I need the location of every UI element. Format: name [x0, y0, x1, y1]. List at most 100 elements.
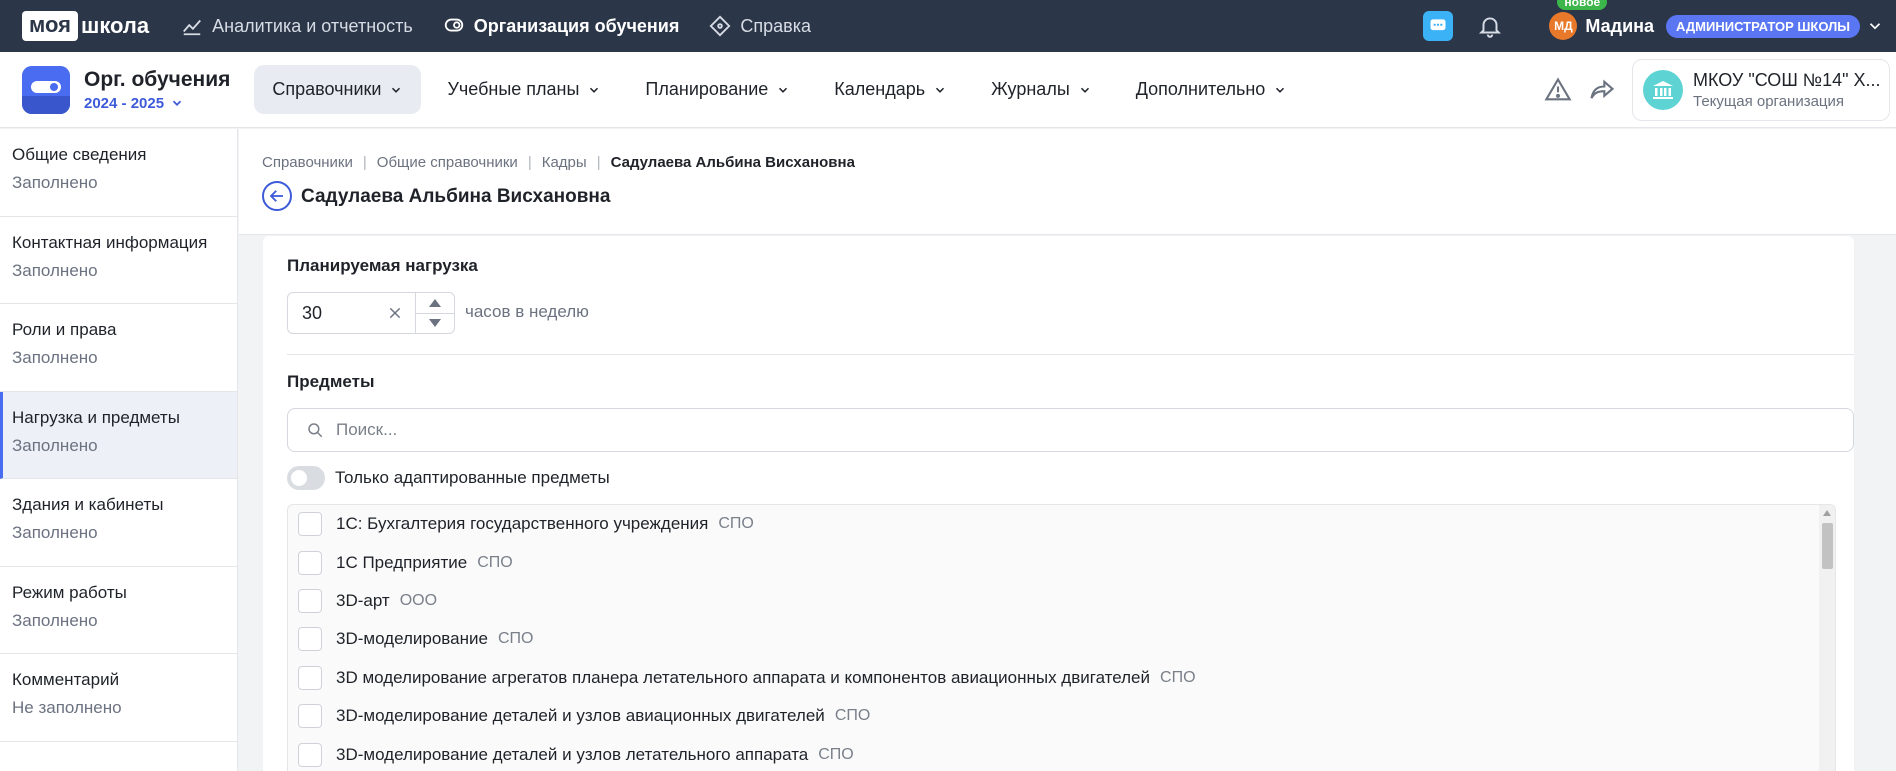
subject-checkbox[interactable]	[298, 704, 322, 729]
sidebar-item-title: Комментарий	[12, 670, 120, 689]
chevron-down-icon	[1276, 87, 1285, 93]
adapted-toggle-label: Только адаптированные предметы	[335, 468, 610, 487]
module-header-tools: МКОУ "СОШ №14" Х... Текущая организация	[1544, 52, 1896, 128]
list-item[interactable]: 3D-моделирование СПО	[288, 620, 1835, 658]
chevron-down-icon[interactable]	[1866, 17, 1884, 35]
list-item[interactable]: 1С: Бухгалтерия государственного учрежде…	[288, 505, 1835, 543]
top-bar: моя школа Аналитика и отчетность Организ…	[0, 0, 1896, 52]
sidebar-item-title: Нагрузка и предметы	[12, 407, 180, 427]
adapted-toggle[interactable]	[287, 466, 325, 490]
organization-switcher[interactable]: МКОУ "СОШ №14" Х... Текущая организация	[1632, 59, 1890, 121]
chevron-down-icon	[779, 87, 788, 93]
sidebar-item-general[interactable]: Общие сведения Заполнено	[0, 129, 237, 217]
sidebar-item-status: Не заполнено	[12, 698, 122, 717]
workload-input[interactable]: 30	[288, 293, 415, 333]
nav-journals[interactable]: Журналы	[973, 65, 1110, 114]
subject-level-tag: ООО	[399, 591, 438, 609]
workload-label: Планируемая нагрузка	[287, 256, 478, 275]
breadcrumb: Справочники | Общие справочники | Кадры | С…	[262, 154, 855, 171]
role-badge[interactable]: АДМИНИСТРАТОР ШКОЛЫ	[1666, 14, 1860, 38]
list-item[interactable]: 3D-моделирование деталей и узлов летател…	[288, 735, 1835, 771]
nav-curricula[interactable]: Учебные планы	[429, 65, 619, 114]
subjects-search	[287, 408, 1854, 452]
top-nav-label: Справка	[740, 15, 811, 36]
year-label: 2024 - 2025	[84, 94, 165, 112]
user-menu[interactable]: новое МД Мадина	[1549, 0, 1654, 40]
breadcrumb-staff[interactable]: Кадры	[542, 154, 587, 171]
triangle-up-icon	[1823, 510, 1831, 516]
nav-planning[interactable]: Планирование	[627, 65, 808, 114]
breadcrumb-separator: |	[362, 154, 367, 171]
subject-checkbox[interactable]	[298, 588, 322, 613]
top-nav-help[interactable]: Справка	[709, 15, 811, 37]
nav-directories[interactable]: Справочники	[254, 65, 422, 114]
sidebar-item-status: Заполнено	[12, 260, 98, 280]
clear-icon[interactable]	[387, 305, 403, 321]
sidebar-item-title: Роли и права	[12, 320, 117, 339]
breadcrumb-current: Садулаева Альбина Висхановна	[610, 154, 855, 171]
module-title: Орг. обучения	[84, 67, 231, 91]
sidebar-item-status: Заполнено	[12, 348, 98, 367]
sidebar-item-contacts[interactable]: Контактная информация Заполнено	[0, 217, 237, 304]
sidebar-item-roles[interactable]: Роли и права Заполнено	[0, 304, 237, 392]
nav-calendar[interactable]: Календарь	[816, 65, 965, 114]
divider	[287, 354, 1854, 355]
nav-label: Планирование	[645, 79, 769, 99]
sidebar-item-workload[interactable]: Нагрузка и предметы Заполнено	[0, 391, 237, 479]
scroll-thumb[interactable]	[1822, 523, 1833, 569]
workload-card: Планируемая нагрузка 30 часов в неделю П…	[263, 236, 1854, 771]
module-logo-icon	[22, 65, 70, 114]
subject-checkbox[interactable]	[298, 550, 322, 575]
organization-icon	[444, 18, 463, 32]
decrement-button[interactable]	[416, 314, 454, 334]
sidebar-item-title: Контактная информация	[12, 232, 208, 252]
top-nav-analytics[interactable]: Аналитика и отчетность	[181, 15, 413, 37]
back-button[interactable]	[262, 181, 292, 211]
list-item[interactable]: 3D-арт ООО	[288, 582, 1835, 620]
workload-stepper: 30	[287, 292, 455, 334]
subject-name: 1С: Бухгалтерия государственного учрежде…	[336, 514, 709, 534]
subject-name: 3D-моделирование деталей и узлов авиацио…	[336, 706, 825, 726]
chat-icon	[1430, 19, 1446, 31]
share-icon[interactable]	[1588, 76, 1616, 104]
subject-checkbox[interactable]	[298, 627, 322, 652]
chevron-down-icon	[392, 87, 401, 93]
adapted-filter: Только адаптированные предметы	[287, 466, 610, 490]
subject-checkbox[interactable]	[298, 665, 322, 690]
organization-name: МКОУ "СОШ №14" Х...	[1693, 70, 1881, 90]
list-item[interactable]: 3D моделирование агрегатов планера летат…	[288, 659, 1835, 697]
breadcrumb-directories[interactable]: Справочники	[262, 154, 353, 171]
list-item[interactable]: 3D-моделирование деталей и узлов авиацио…	[288, 697, 1835, 735]
chat-button[interactable]	[1423, 11, 1454, 41]
subject-checkbox[interactable]	[298, 742, 322, 767]
bank-icon	[1643, 70, 1683, 110]
scroll-up-button[interactable]	[1819, 505, 1835, 521]
breadcrumb-general-directories[interactable]: Общие справочники	[377, 154, 518, 171]
sidebar-item-schedule[interactable]: Режим работы Заполнено	[0, 567, 237, 654]
subjects-label: Предметы	[287, 372, 375, 391]
increment-button[interactable]	[415, 293, 454, 314]
top-right-tools: новое МД Мадина АДМИНИСТРАТОР ШКОЛЫ	[1423, 0, 1896, 52]
search-input[interactable]	[336, 420, 1736, 440]
chevron-down-icon	[1080, 87, 1089, 93]
avatar: МД	[1549, 12, 1578, 40]
module-title-block: Орг. обучения 2024 - 2025	[84, 68, 230, 112]
nav-label: Справочники	[272, 79, 382, 99]
list-item[interactable]: 1С Предприятие СПО	[288, 543, 1835, 581]
subject-name: 3D-арт	[336, 590, 390, 610]
subject-name: 3D-моделирование	[336, 629, 488, 649]
sidebar-item-status: Заполнено	[12, 435, 98, 455]
sidebar-item-buildings[interactable]: Здания и кабинеты Заполнено	[0, 479, 237, 567]
nav-label: Журналы	[991, 79, 1070, 99]
logo[interactable]: моя школа	[22, 11, 149, 41]
warning-icon[interactable]	[1544, 76, 1572, 104]
top-nav-organization[interactable]: Организация обучения	[443, 15, 679, 37]
scrollbar[interactable]	[1819, 505, 1835, 771]
sidebar-item-comment[interactable]: Комментарий Не заполнено	[0, 654, 237, 742]
subject-checkbox[interactable]	[298, 512, 322, 537]
top-nav: Аналитика и отчетность Организация обуче…	[181, 15, 811, 37]
subjects-list: 1С: Бухгалтерия государственного учрежде…	[287, 504, 1836, 771]
bell-icon[interactable]	[1477, 13, 1503, 39]
nav-additional[interactable]: Дополнительно	[1118, 65, 1306, 114]
year-selector[interactable]: 2024 - 2025	[84, 95, 230, 112]
